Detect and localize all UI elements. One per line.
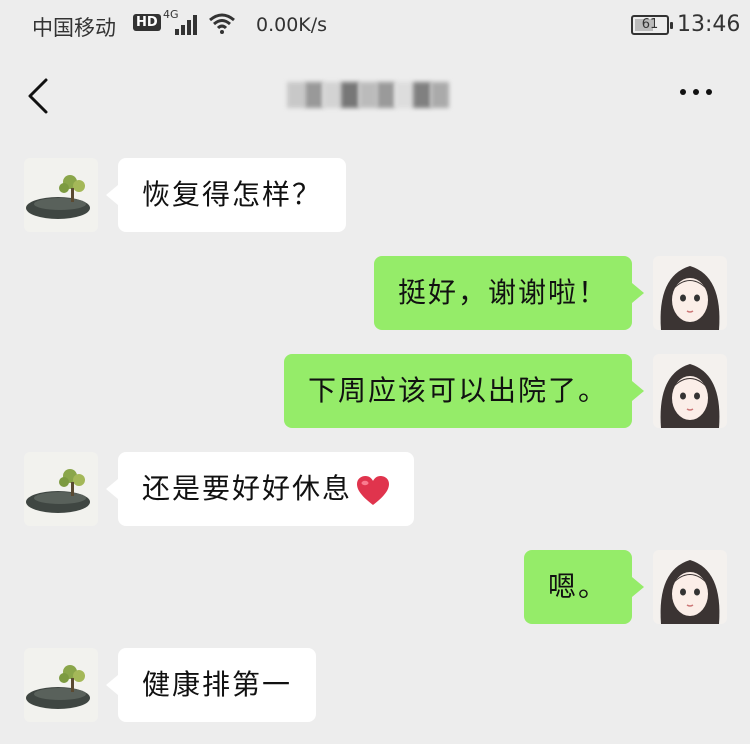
user-avatar[interactable] [653, 550, 727, 624]
status-bar: 中国移动 HD 4G 0.00K/s 61 13:46 [0, 0, 750, 52]
battery-icon: 61 [631, 15, 673, 35]
user-avatar[interactable] [653, 354, 727, 428]
message-text: 恢复得怎样？ [142, 178, 323, 211]
contact-avatar[interactable] [24, 452, 98, 526]
user-avatar[interactable] [653, 256, 727, 330]
incoming-message-bubble[interactable]: 健康排第一 [105, 648, 317, 722]
chevron-left-icon[interactable] [24, 76, 52, 116]
network-speed: 0.00K/s [256, 14, 328, 36]
message-text: 健康排第一 [142, 668, 293, 701]
message-text: 还是要好好休息 [142, 472, 353, 505]
contact-avatar[interactable] [24, 648, 98, 722]
contact-avatar[interactable] [24, 158, 98, 232]
message-text: 挺好，谢谢啦！ [397, 276, 608, 309]
status-time: 13:46 [677, 12, 741, 37]
outgoing-message-bubble[interactable]: 嗯。 [523, 550, 645, 624]
outgoing-message-bubble[interactable]: 下周应该可以出院了。 [283, 354, 645, 428]
heart-icon [357, 475, 390, 505]
hd-badge: HD [133, 14, 161, 31]
more-horizontal-icon[interactable] [680, 89, 712, 95]
incoming-message-bubble[interactable]: 恢复得怎样？ [105, 158, 347, 232]
incoming-message-bubble[interactable]: 还是要好好休息 [105, 452, 415, 526]
outgoing-message-bubble[interactable]: 挺好，谢谢啦！ [373, 256, 645, 330]
message-text: 下周应该可以出院了。 [307, 374, 608, 407]
message-text: 嗯。 [547, 570, 608, 603]
battery-level: 61 [641, 17, 659, 32]
wifi-icon [209, 13, 235, 34]
chat-title-blurred [287, 82, 449, 108]
signal-icon [175, 15, 201, 35]
carrier-name: 中国移动 [32, 16, 116, 40]
chat-header [0, 52, 750, 140]
